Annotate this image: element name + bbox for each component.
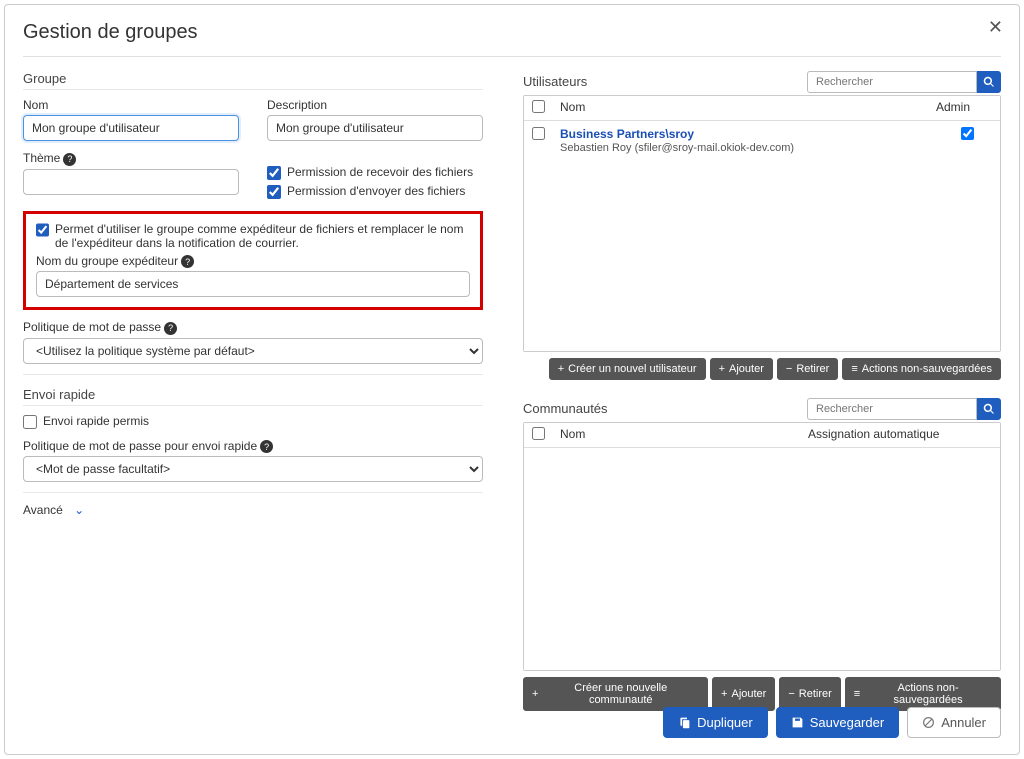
comm-col-nom: Nom: [560, 427, 808, 443]
pwd-policy-select[interactable]: <Utilisez la politique système par défau…: [23, 338, 483, 364]
close-icon[interactable]: ✕: [988, 17, 1003, 38]
copy-icon: [678, 716, 691, 729]
section-quicksend: Envoi rapide: [23, 387, 483, 402]
divider: [23, 492, 483, 493]
label-nom: Nom: [23, 98, 239, 112]
save-icon: [791, 716, 804, 729]
perm-send-checkbox[interactable]: [267, 185, 281, 199]
divider: [23, 405, 483, 406]
user-name-link[interactable]: Business Partners\sroy: [560, 127, 942, 141]
search-icon: [983, 403, 995, 415]
quicksend-pwd-label: Politique de mot de passe pour envoi rap…: [23, 439, 483, 454]
help-icon[interactable]: ?: [181, 255, 194, 268]
section-communities: Communautés: [523, 401, 608, 416]
help-icon[interactable]: ?: [164, 322, 177, 335]
quicksend-allowed-label: Envoi rapide permis: [43, 414, 149, 428]
plus-icon: +: [721, 688, 727, 700]
sender-group-highlight: Permet d'utiliser le groupe comme expédi…: [23, 211, 483, 311]
users-grid: Nom Admin Business Partners\sroy Sebasti…: [523, 95, 1001, 352]
divider: [23, 89, 483, 90]
divider: [23, 56, 1001, 57]
search-icon: [983, 76, 995, 88]
quicksend-allowed-checkbox[interactable]: [23, 415, 37, 429]
list-icon: ≡: [851, 363, 857, 375]
quicksend-pwd-select[interactable]: <Mot de passe facultatif>: [23, 456, 483, 482]
divider: [23, 374, 483, 375]
users-search-input[interactable]: [807, 71, 977, 93]
modal: Gestion de groupes ✕ Groupe Nom Descript…: [4, 4, 1020, 755]
create-user-button[interactable]: +Créer un nouvel utilisateur: [549, 358, 706, 380]
modal-title: Gestion de groupes: [23, 21, 1001, 44]
chevron-down-icon: ⌄: [74, 503, 84, 517]
cancel-button[interactable]: Annuler: [907, 707, 1001, 738]
ban-icon: [922, 716, 935, 729]
nom-input[interactable]: [23, 115, 239, 141]
list-icon: ≡: [854, 688, 860, 700]
comm-search-input[interactable]: [807, 398, 977, 420]
plus-icon: +: [532, 688, 538, 700]
help-icon[interactable]: ?: [63, 153, 76, 166]
minus-icon: −: [788, 688, 794, 700]
help-icon[interactable]: ?: [260, 440, 273, 453]
sender-group-label: Permet d'utiliser le groupe comme expédi…: [55, 222, 470, 250]
advanced-toggle[interactable]: Avancé ⌄: [23, 503, 483, 517]
comm-select-all-checkbox[interactable]: [532, 427, 545, 440]
user-row-checkbox[interactable]: [532, 127, 545, 140]
create-community-button[interactable]: +Créer une nouvelle communauté: [523, 677, 708, 711]
unsaved-actions-comm-button[interactable]: ≡Actions non-sauvegardées: [845, 677, 1001, 711]
description-input[interactable]: [267, 115, 483, 141]
sender-name-label: Nom du groupe expéditeur?: [36, 254, 470, 269]
perm-receive-checkbox[interactable]: [267, 166, 281, 180]
comm-grid: Nom Assignation automatique: [523, 422, 1001, 671]
perm-send-label: Permission d'envoyer des fichiers: [287, 184, 465, 198]
theme-input[interactable]: [23, 169, 239, 195]
save-button[interactable]: Sauvegarder: [776, 707, 899, 738]
users-col-nom: Nom: [560, 100, 928, 116]
label-theme: Thème?: [23, 151, 239, 166]
section-groupe: Groupe: [23, 71, 483, 86]
add-user-button[interactable]: +Ajouter: [710, 358, 773, 380]
duplicate-button[interactable]: Dupliquer: [663, 707, 768, 738]
remove-user-button[interactable]: −Retirer: [777, 358, 838, 380]
plus-icon: +: [558, 363, 564, 375]
plus-icon: +: [719, 363, 725, 375]
advanced-label: Avancé: [23, 503, 63, 517]
users-select-all-checkbox[interactable]: [532, 100, 545, 113]
comm-search-button[interactable]: [977, 398, 1001, 420]
user-admin-checkbox[interactable]: [961, 127, 974, 140]
sender-name-input[interactable]: [36, 271, 470, 297]
pwd-policy-label: Politique de mot de passe?: [23, 320, 483, 335]
section-users: Utilisateurs: [523, 74, 587, 89]
users-search-button[interactable]: [977, 71, 1001, 93]
sender-group-checkbox[interactable]: [36, 223, 49, 237]
minus-icon: −: [786, 363, 792, 375]
unsaved-actions-users-button[interactable]: ≡Actions non-sauvegardées: [842, 358, 1001, 380]
user-sub-label: Sebastien Roy (sfiler@sroy-mail.okiok-de…: [560, 142, 942, 154]
perm-receive-label: Permission de recevoir des fichiers: [287, 165, 473, 179]
users-col-admin: Admin: [928, 100, 978, 116]
remove-community-button[interactable]: −Retirer: [779, 677, 840, 711]
comm-col-assign: Assignation automatique: [808, 427, 978, 443]
table-row[interactable]: Business Partners\sroy Sebastien Roy (sf…: [524, 121, 1000, 160]
label-description: Description: [267, 98, 483, 112]
add-community-button[interactable]: +Ajouter: [712, 677, 775, 711]
